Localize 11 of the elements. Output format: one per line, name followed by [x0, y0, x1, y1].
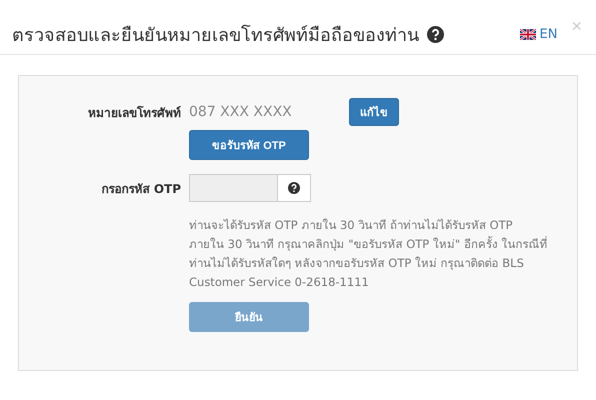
dialog-title: ตรวจสอบและยืนยันหมายเลขโทรศัพท์มือถือของท่าน [12, 24, 419, 48]
help-icon [427, 26, 444, 42]
otp-label: กรอกรหัส OTP [100, 180, 181, 198]
edit-button[interactable]: แก้ไข [349, 98, 399, 126]
phone-number: 087 XXX XXXX [189, 104, 293, 120]
help-icon [288, 182, 300, 194]
otp-instructions: ท่านจะได้รับรหัส OTP ภายใน 30 วินาที ถ้าท่านไม่ได้รับรหัส OTP ภายใน 30 วินาที กรุณาคลิกปุ่ม "ขอรับรหัส OTP ใหม่" อีกครั้ง ในกรณีที่ท่านไม่ได้รับรหัสใดๆ หลังจากขอรับรหัส OTP ใหม่ กรุณาติดต่อ BLS Customer Service 0-2618-1111 [189, 217, 548, 291]
request-otp-button[interactable]: ขอรับรหัส OTP [189, 130, 309, 160]
language-link[interactable]: EN [540, 26, 558, 42]
phone-label: หมายเลขโทรศัพท์ [87, 104, 181, 122]
flag-icon [520, 28, 536, 40]
